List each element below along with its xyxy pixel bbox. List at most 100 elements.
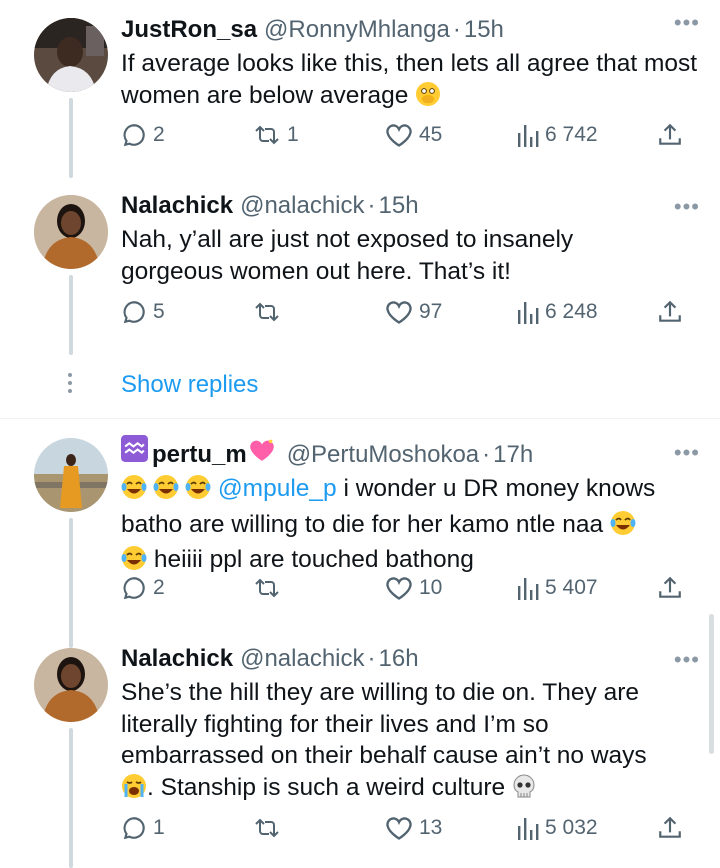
view-count: 5 032	[545, 816, 598, 839]
divider	[0, 418, 720, 419]
retweet-button[interactable]	[253, 297, 281, 327]
tweet-2: Nalachick @nalachick · 15h Nah, y’all ar…	[0, 180, 720, 355]
aquarius-emoji	[121, 435, 148, 471]
views-button[interactable]: 5 032	[517, 813, 598, 843]
tweet-text: If average looks like this, then lets al…	[121, 48, 700, 115]
tweet-text-line: She’s the hill they are willing to die o…	[121, 679, 639, 706]
tweet-text-line: literally fighting for their lives and I…	[121, 710, 549, 738]
timestamp[interactable]: 15h	[379, 190, 419, 222]
view-count: 6 248	[545, 300, 598, 323]
views-icon	[518, 818, 539, 840]
scrollbar[interactable]	[709, 614, 714, 754]
more-options-icon[interactable]: •••	[674, 194, 700, 220]
user-handle[interactable]: @PertuMoshokoa	[287, 439, 479, 471]
thread-continuation-dots	[67, 373, 73, 397]
reply-button[interactable]: 1	[121, 813, 165, 843]
user-handle[interactable]: @nalachick	[240, 643, 364, 675]
reply-count: 1	[153, 816, 165, 839]
retweet-icon	[255, 302, 279, 322]
views-icon	[518, 302, 539, 324]
like-button[interactable]: 13	[385, 813, 442, 843]
more-options-icon[interactable]: •••	[674, 647, 700, 673]
like-count: 10	[419, 576, 443, 599]
sparkling-heart-emoji	[249, 438, 275, 471]
share-button[interactable]	[657, 120, 683, 150]
laughing-tears-emoji	[153, 474, 179, 509]
reply-icon	[123, 577, 145, 600]
tweet-text-line: . Stanship is such a weird culture	[147, 773, 506, 801]
show-replies-link[interactable]: Show replies	[121, 371, 258, 399]
reply-icon	[123, 301, 145, 324]
display-name[interactable]: Nalachick	[121, 190, 233, 222]
avatar[interactable]	[34, 18, 108, 92]
like-button[interactable]: 10	[385, 573, 442, 603]
share-button[interactable]	[657, 813, 683, 843]
display-name[interactable]: Nalachick	[121, 643, 233, 675]
user-handle[interactable]: @RonnyMhlanga	[264, 14, 450, 46]
like-count: 13	[419, 816, 443, 839]
skull-emoji	[512, 773, 536, 808]
user-handle[interactable]: @nalachick	[240, 190, 364, 222]
tweet-text-body: If average looks like this, then lets al…	[121, 50, 698, 109]
retweet-button[interactable]	[253, 813, 281, 843]
like-count: 45	[419, 123, 443, 146]
more-options-icon[interactable]: •••	[674, 440, 700, 466]
view-count: 5 407	[545, 576, 598, 599]
mention-link[interactable]: @mpule_p	[218, 475, 337, 502]
view-count: 6 742	[545, 123, 598, 146]
like-count: 97	[419, 300, 443, 323]
reply-icon	[123, 817, 145, 840]
tweet-text: Nah, y’all are just not exposed to insan…	[121, 226, 574, 285]
views-button[interactable]: 5 407	[517, 573, 598, 603]
reply-count: 2	[153, 576, 165, 599]
display-name[interactable]: pertu_m	[152, 439, 247, 471]
separator-dot: ·	[367, 192, 376, 219]
retweet-button[interactable]	[253, 573, 281, 603]
share-button[interactable]	[657, 573, 683, 603]
reply-button[interactable]: 2	[121, 120, 165, 150]
share-icon	[659, 123, 681, 145]
like-button[interactable]: 97	[385, 297, 442, 327]
share-icon	[659, 816, 681, 838]
share-button[interactable]	[657, 297, 683, 327]
heart-icon	[386, 124, 412, 147]
like-button[interactable]: 45	[385, 120, 442, 150]
reply-icon	[123, 124, 145, 147]
timestamp[interactable]: 15h	[464, 14, 504, 46]
separator-dot: ·	[367, 645, 376, 672]
tweet-text-line: heiiii ppl are touched bathong	[153, 546, 474, 573]
timestamp[interactable]: 16h	[379, 643, 419, 675]
retweet-icon	[255, 125, 279, 145]
tweet-text-line: i wonder u DR money knows	[343, 475, 656, 502]
tweet-1: JustRon_sa @RonnyMhlanga · 15h If averag…	[0, 0, 720, 178]
heart-icon	[386, 301, 412, 324]
tweet-text: @mpule_p i wonder u DR money knows batho…	[121, 473, 700, 580]
display-name[interactable]: JustRon_sa	[121, 14, 257, 46]
share-icon	[659, 576, 681, 598]
avatar[interactable]	[34, 438, 108, 512]
reply-button[interactable]: 2	[121, 573, 165, 603]
timestamp[interactable]: 17h	[493, 439, 533, 471]
views-icon	[518, 125, 539, 147]
views-button[interactable]: 6 248	[517, 297, 598, 327]
laughing-tears-emoji	[185, 474, 211, 509]
tweet-text: She’s the hill they are willing to die o…	[121, 677, 700, 807]
share-icon	[659, 300, 681, 322]
laughing-tears-emoji	[610, 510, 636, 545]
avatar[interactable]	[34, 648, 108, 722]
avatar[interactable]	[34, 195, 108, 269]
views-button[interactable]: 6 742	[517, 120, 598, 150]
retweet-button[interactable]: 1	[253, 120, 299, 150]
tweet-text-line: batho are willing to die for her kamo nt…	[121, 510, 604, 538]
more-options-icon[interactable]: •••	[674, 10, 700, 36]
retweet-icon	[255, 578, 279, 598]
retweet-count: 1	[287, 123, 299, 146]
reply-button[interactable]: 5	[121, 297, 165, 327]
separator-dot: ·	[452, 16, 461, 43]
separator-dot: ·	[482, 441, 491, 468]
tweet-text-line: embarrassed on their behalf cause ain’t …	[121, 742, 647, 769]
heart-icon	[386, 577, 412, 600]
heart-icon	[386, 817, 412, 840]
loudly-crying-emoji	[121, 773, 147, 808]
reply-count: 5	[153, 300, 165, 323]
